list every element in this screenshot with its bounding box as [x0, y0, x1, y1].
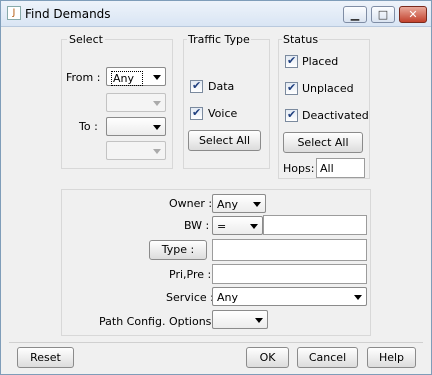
from-combo[interactable]: Any — [106, 67, 166, 86]
unplaced-label[interactable]: Unplaced — [302, 82, 354, 95]
java-app-icon: J — [7, 6, 21, 20]
voice-checkbox[interactable]: ✔ — [190, 106, 203, 120]
reset-button[interactable]: Reset — [17, 347, 74, 368]
to-combo[interactable] — [106, 117, 166, 136]
help-button[interactable]: Help — [367, 347, 416, 368]
chevron-down-icon — [153, 101, 161, 106]
check-icon: ✔ — [192, 106, 202, 119]
data-label[interactable]: Data — [208, 80, 234, 93]
chevron-down-icon — [250, 224, 258, 229]
from-label: From : — [66, 71, 101, 84]
find-demands-window: J Find Demands ▁ □ ✕ Select From : Any T… — [0, 0, 432, 375]
traffic-select-all-button[interactable]: Select All — [188, 130, 261, 151]
owner-combo[interactable]: Any — [212, 194, 266, 213]
close-button[interactable]: ✕ — [399, 6, 427, 23]
status-select-all-button[interactable]: Select All — [283, 132, 363, 153]
bw-operator-combo[interactable]: = — [212, 216, 263, 235]
bw-value-field[interactable] — [263, 215, 367, 235]
placed-checkbox[interactable]: ✔ — [285, 54, 298, 68]
cancel-button[interactable]: Cancel — [297, 347, 358, 368]
check-icon: ✔ — [192, 79, 202, 92]
pri-pre-field[interactable] — [212, 264, 367, 284]
chevron-down-icon — [253, 202, 261, 207]
pri-pre-label: Pri,Pre : — [169, 268, 212, 281]
traffic-type-heading: Traffic Type — [187, 33, 251, 46]
service-combo[interactable]: Any — [212, 287, 367, 306]
service-combo-value: Any — [217, 291, 239, 304]
check-icon: ✔ — [287, 54, 297, 67]
placed-label[interactable]: Placed — [302, 55, 338, 68]
ok-button[interactable]: OK — [246, 347, 289, 368]
service-label: Service : — [166, 291, 214, 304]
unplaced-checkbox[interactable]: ✔ — [285, 81, 298, 95]
to-label: To : — [79, 120, 98, 133]
footer-divider — [9, 342, 423, 343]
type-button[interactable]: Type : — [149, 240, 207, 260]
from-sub-combo[interactable] — [106, 93, 166, 112]
type-field[interactable] — [212, 239, 367, 261]
path-config-combo[interactable] — [212, 310, 268, 329]
chevron-down-icon — [153, 75, 161, 80]
path-config-label: Path Config. Options : — [99, 315, 219, 328]
window-title: Find Demands — [25, 7, 111, 21]
deactivated-checkbox[interactable]: ✔ — [285, 108, 298, 122]
voice-label[interactable]: Voice — [208, 107, 237, 120]
select-heading: Select — [67, 33, 105, 46]
owner-combo-value: Any — [217, 198, 239, 211]
hops-label: Hops: — [283, 162, 315, 175]
chevron-down-icon — [354, 295, 362, 300]
owner-label: Owner : — [169, 197, 213, 210]
minimize-button[interactable]: ▁ — [343, 6, 367, 23]
check-icon: ✔ — [287, 81, 297, 94]
hops-value: All — [320, 162, 334, 175]
from-combo-value: Any — [111, 71, 144, 86]
bw-label: BW : — [184, 219, 210, 232]
title-bar[interactable]: J Find Demands ▁ □ ✕ — [1, 1, 431, 27]
chevron-down-icon — [255, 318, 263, 323]
chevron-down-icon — [153, 125, 161, 130]
status-heading: Status — [282, 33, 320, 46]
to-sub-combo[interactable] — [106, 141, 166, 160]
bw-operator-value: = — [217, 220, 227, 233]
chevron-down-icon — [153, 149, 161, 154]
deactivated-label[interactable]: Deactivated — [302, 109, 369, 122]
data-checkbox[interactable]: ✔ — [190, 79, 203, 93]
check-icon: ✔ — [287, 108, 297, 121]
hops-field[interactable]: All — [316, 158, 365, 178]
maximize-button[interactable]: □ — [371, 6, 395, 23]
